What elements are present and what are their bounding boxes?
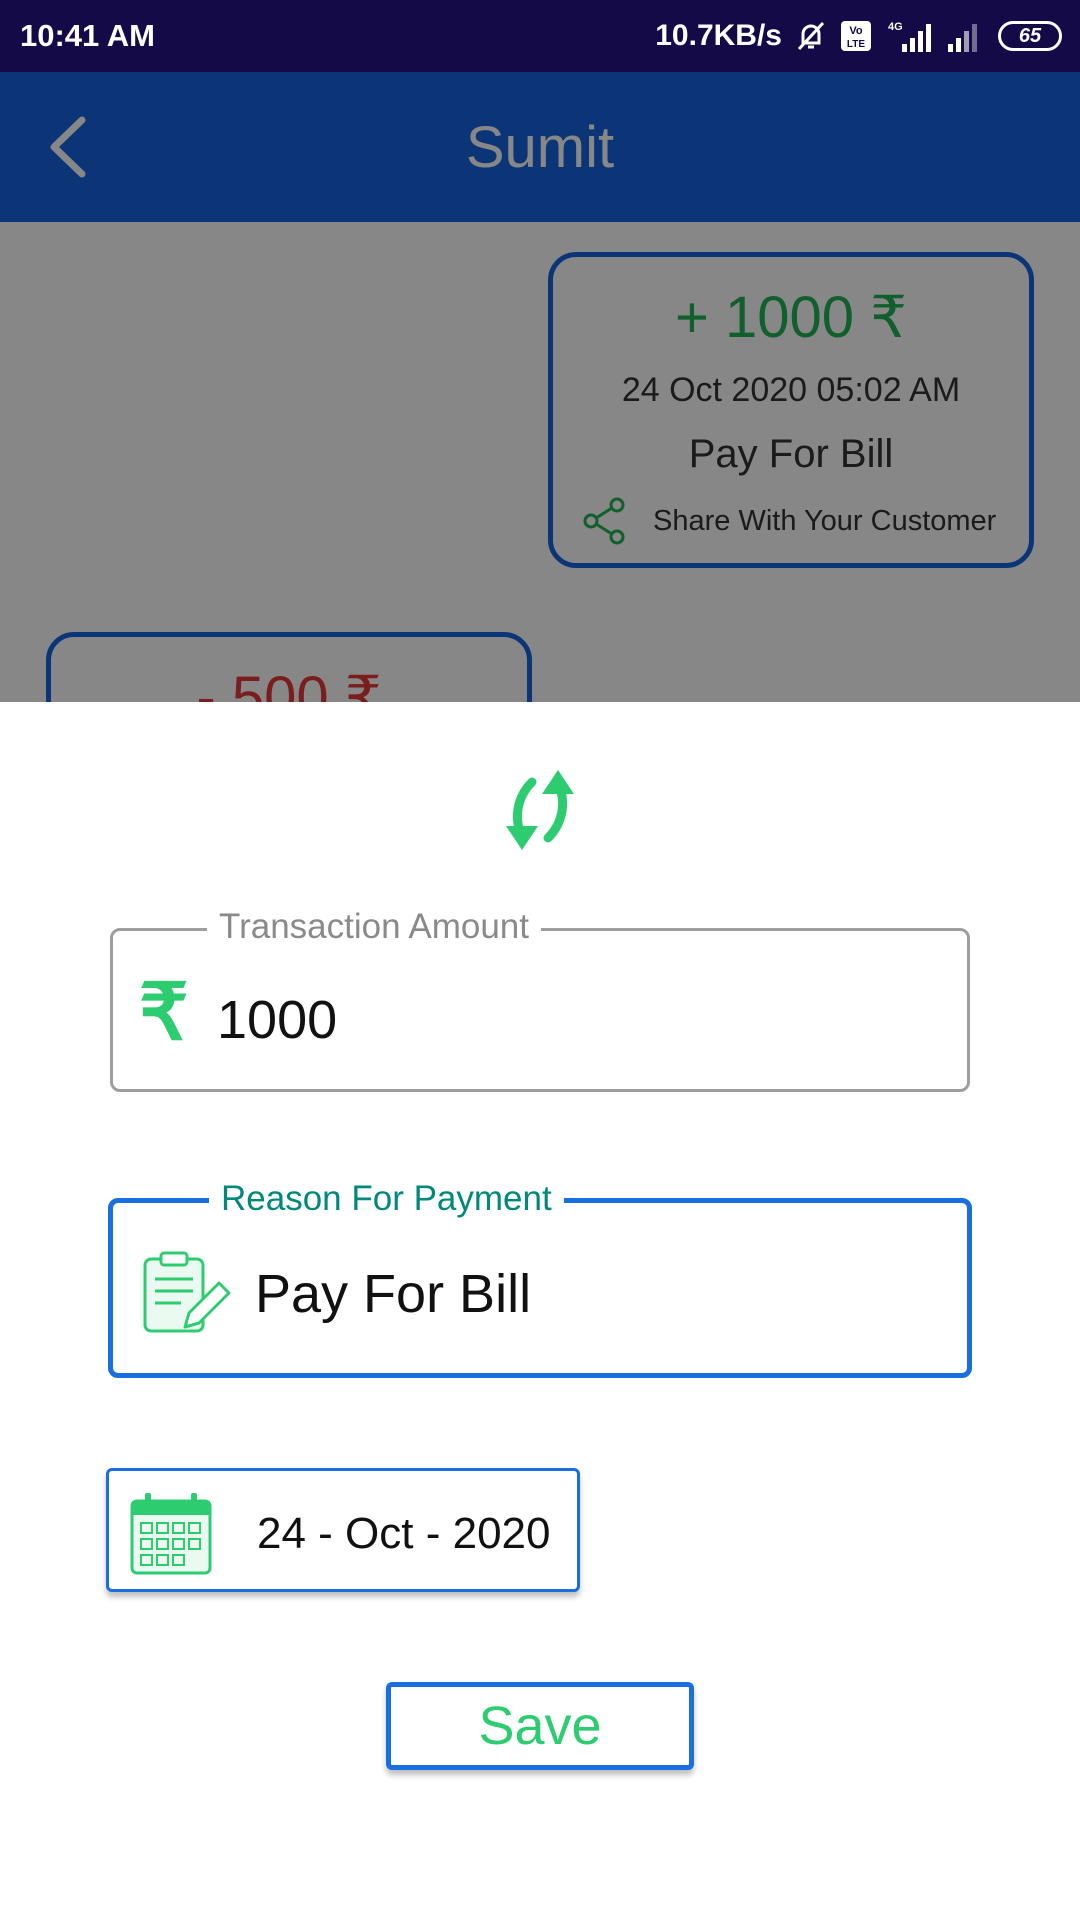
network-speed: 10.7KB/s bbox=[655, 19, 782, 52]
calendar-icon bbox=[130, 1493, 212, 1575]
reason-for-payment-field[interactable]: Reason For Payment Pay For Bill bbox=[108, 1179, 972, 1378]
status-icons: 10.7KB/s Vo LTE 4G 65 bbox=[655, 16, 1062, 56]
battery-icon: 65 bbox=[998, 21, 1062, 51]
add-transaction-sheet: Transaction Amount ₹ 1000 Reason For Pay… bbox=[0, 702, 1080, 1920]
svg-text:LTE: LTE bbox=[847, 39, 865, 50]
svg-text:Vo: Vo bbox=[849, 25, 863, 37]
svg-text:4G: 4G bbox=[888, 21, 903, 33]
4g-signal-icon: 4G bbox=[888, 21, 931, 52]
mute-icon bbox=[797, 21, 825, 51]
clipboard-edit-icon bbox=[143, 1251, 231, 1333]
reason-for-payment-input[interactable]: Pay For Bill bbox=[255, 1263, 531, 1325]
modal-scrim[interactable] bbox=[0, 72, 1080, 702]
transaction-amount-label: Transaction Amount bbox=[207, 907, 541, 947]
date-picker[interactable]: 24 - Oct - 2020 bbox=[106, 1468, 580, 1592]
sync-icon bbox=[506, 770, 574, 850]
save-button[interactable]: Save bbox=[386, 1682, 694, 1770]
status-bar: 10:41 AM 10.7KB/s Vo LTE 4G 65 bbox=[0, 0, 1080, 72]
transaction-amount-input[interactable]: 1000 bbox=[217, 989, 337, 1051]
volte-icon: Vo LTE bbox=[841, 21, 871, 51]
signal-icon bbox=[948, 24, 977, 52]
rupee-icon: ₹ bbox=[139, 968, 189, 1056]
battery-level: 65 bbox=[1018, 24, 1042, 47]
date-value: 24 - Oct - 2020 bbox=[257, 1509, 551, 1558]
status-time: 10:41 AM bbox=[20, 18, 155, 53]
reason-for-payment-label: Reason For Payment bbox=[209, 1179, 564, 1219]
transaction-amount-field[interactable]: Transaction Amount ₹ 1000 bbox=[110, 907, 970, 1092]
